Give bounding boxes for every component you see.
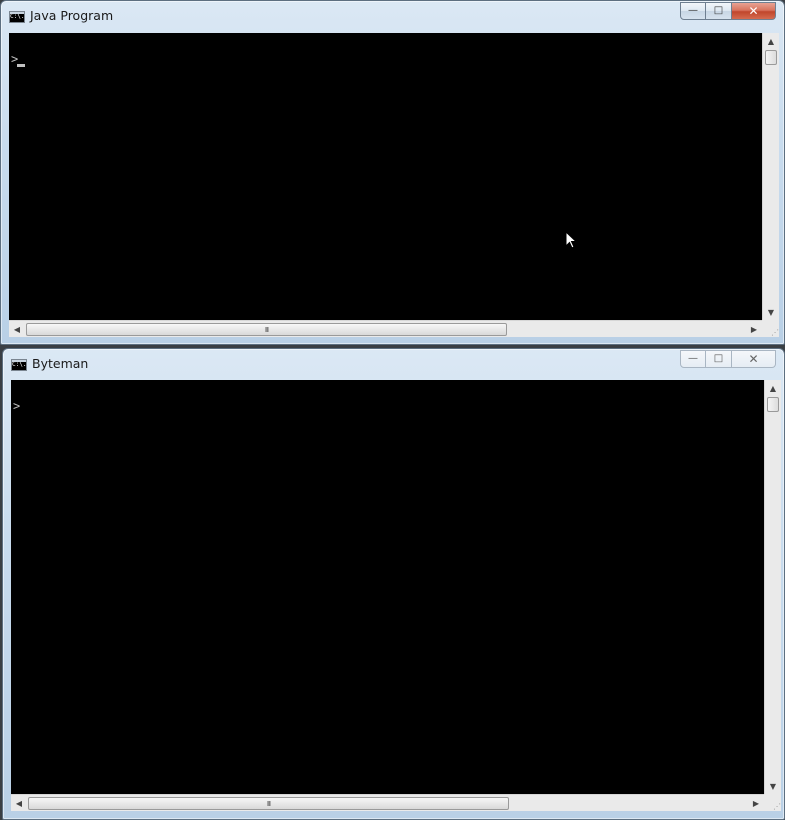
horizontal-scrollbar[interactable]: ◀ III ▶ [11,794,764,811]
title-bar[interactable]: C:\. Byteman — □ ✕ [3,349,784,379]
title-bar[interactable]: C:\. Java Program — □ ✕ [1,1,784,31]
console-icon: C:\. [9,11,25,23]
vertical-scrollbar[interactable]: ▲ ▼ [762,33,779,320]
scroll-left-arrow-icon[interactable]: ◀ [11,795,27,811]
window-title: Java Program [30,8,114,23]
close-button[interactable]: ✕ [732,350,776,368]
close-button[interactable]: ✕ [732,2,776,20]
window-title: Byteman [32,356,89,371]
vertical-scroll-thumb[interactable] [765,50,777,65]
horizontal-scroll-thumb[interactable]: III [28,797,509,810]
scroll-right-arrow-icon[interactable]: ▶ [746,321,762,337]
byteman-window[interactable]: C:\. Byteman — □ ✕ > ▲ ▼ ◀ III ▶ ⋰ [2,348,785,820]
horizontal-scrollbar[interactable]: ◀ III ▶ [9,320,762,337]
scroll-up-arrow-icon[interactable]: ▲ [763,33,779,49]
minimize-button[interactable]: — [680,2,706,20]
console-output[interactable]: > [9,33,762,320]
text-cursor [17,64,25,67]
maximize-button[interactable]: □ [706,2,732,20]
console-icon: C:\. [11,359,27,371]
vertical-scroll-thumb[interactable] [767,397,779,412]
java-program-window[interactable]: C:\. Java Program — □ ✕ > ▲ ▼ ◀ III ▶ ⋰ [0,0,785,345]
command-prompt: > [13,399,21,413]
size-grip-icon[interactable]: ⋰ [762,320,779,337]
minimize-button[interactable]: — [680,350,706,368]
scroll-down-arrow-icon[interactable]: ▼ [765,778,781,794]
scroll-left-arrow-icon[interactable]: ◀ [9,321,25,337]
maximize-button[interactable]: □ [706,350,732,368]
mouse-pointer-icon [565,231,578,249]
scroll-up-arrow-icon[interactable]: ▲ [765,380,781,396]
scroll-right-arrow-icon[interactable]: ▶ [748,795,764,811]
horizontal-scroll-thumb[interactable]: III [26,323,507,336]
vertical-scrollbar[interactable]: ▲ ▼ [764,380,781,794]
size-grip-icon[interactable]: ⋰ [764,794,781,811]
scroll-down-arrow-icon[interactable]: ▼ [763,304,779,320]
console-output[interactable]: > [11,380,764,794]
